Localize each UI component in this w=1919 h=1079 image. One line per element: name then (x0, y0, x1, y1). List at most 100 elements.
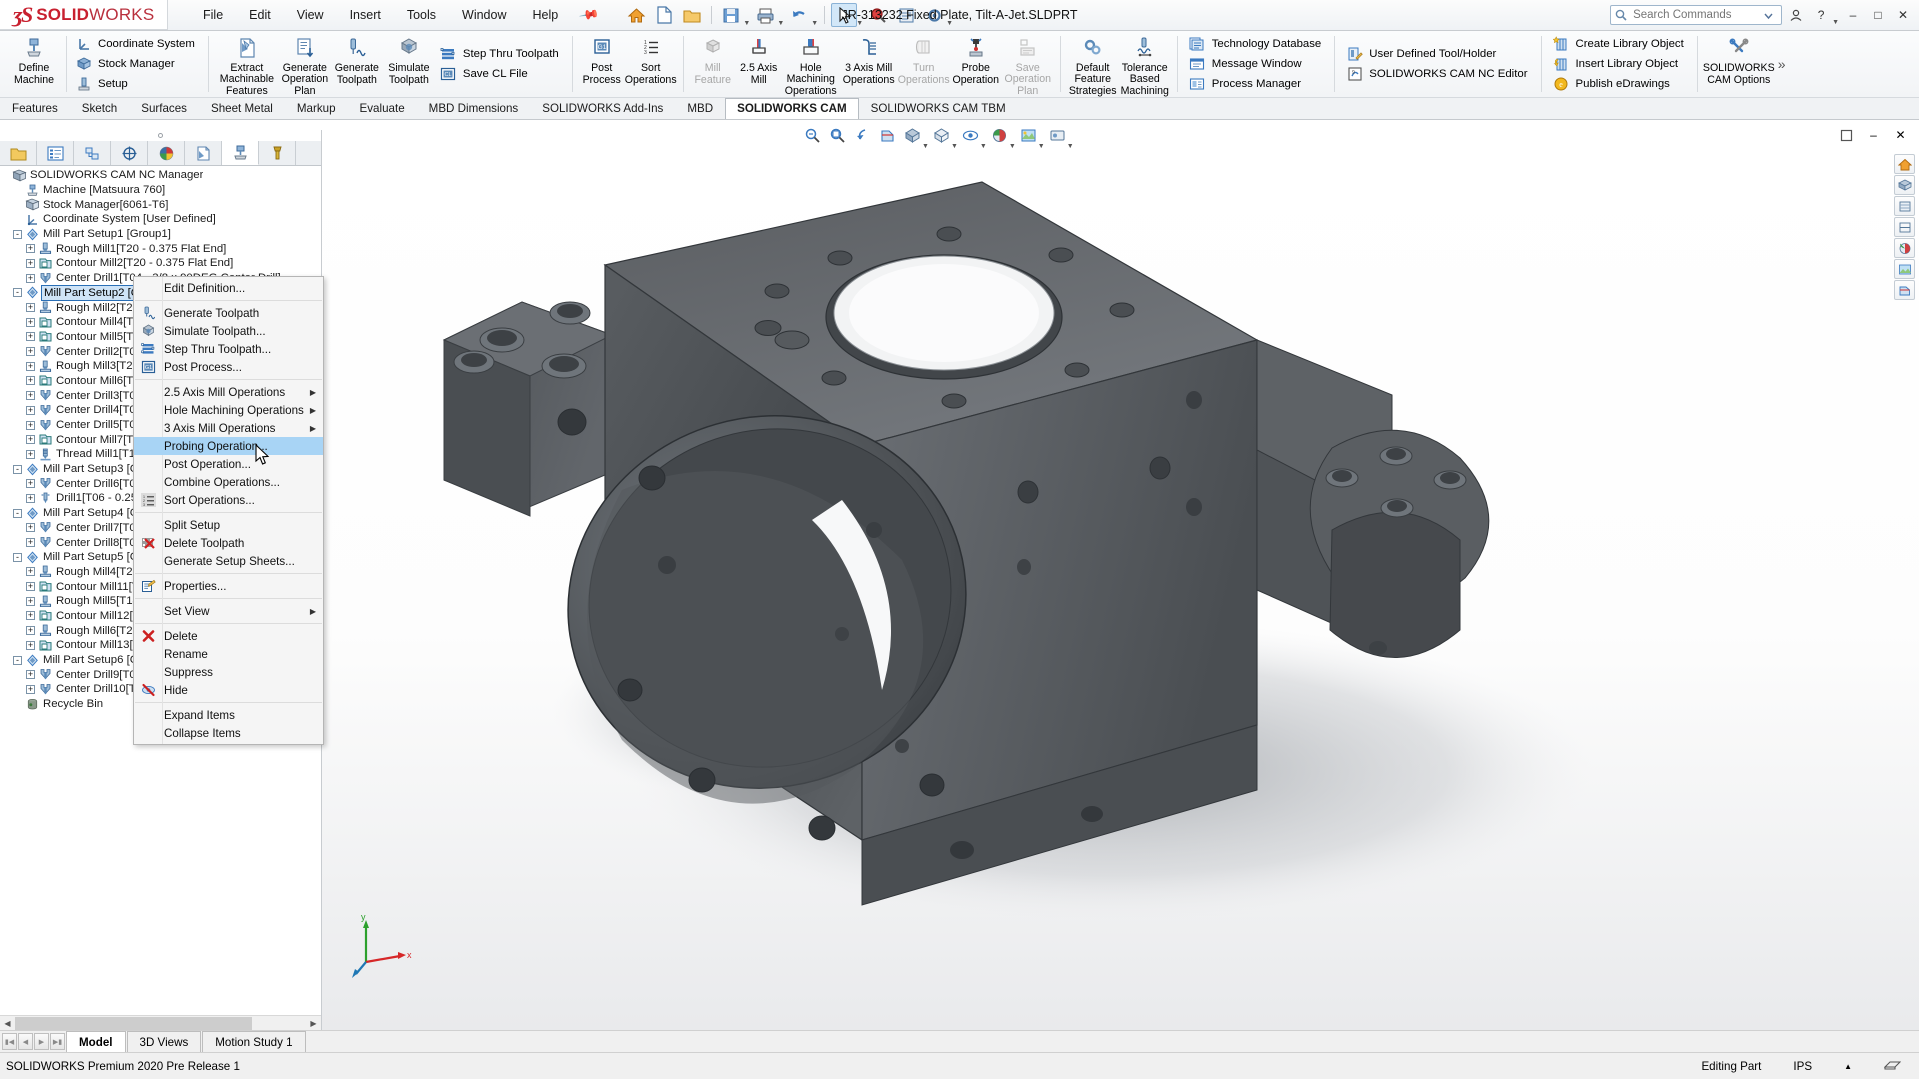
tree-expander[interactable]: + (26, 597, 35, 606)
sort-operations-button[interactable]: 123 SortOperations (625, 31, 677, 97)
tree-expander[interactable]: + (26, 582, 35, 591)
tab-solidworks-addins[interactable]: SOLIDWORKS Add-Ins (530, 98, 675, 119)
pin-icon[interactable]: 📌 (578, 4, 600, 26)
tree-expander[interactable]: + (26, 685, 35, 694)
help-icon[interactable]: ? (1810, 4, 1832, 26)
tree-expander[interactable]: + (26, 479, 35, 488)
technology-database-button[interactable]: Technology Database (1186, 34, 1327, 54)
user-account-icon[interactable] (1785, 4, 1807, 26)
display-manager-tab[interactable] (148, 141, 185, 165)
menu-item-expand-items[interactable]: Expand Items (134, 706, 323, 724)
save-icon[interactable] (718, 3, 744, 27)
section-view-icon[interactable] (875, 123, 900, 147)
tab-features[interactable]: Features (0, 98, 70, 119)
menu-item-collapse-items[interactable]: Collapse Items (134, 724, 323, 742)
cam-operation-tree-tab[interactable] (222, 141, 259, 165)
close-document-icon[interactable]: ✕ (1888, 123, 1913, 147)
menu-tools[interactable]: Tools (394, 4, 449, 26)
open-folder-icon[interactable] (679, 3, 705, 27)
tree-expander[interactable]: + (26, 244, 35, 253)
property-manager-tab[interactable] (37, 141, 74, 165)
search-box[interactable] (1610, 5, 1782, 25)
tree-expander[interactable]: + (26, 523, 35, 532)
tree-expander[interactable]: + (26, 332, 35, 341)
menu-item-2-5-axis-mill-operations[interactable]: 2.5 Axis Mill Operations▶ (134, 383, 323, 401)
appearance-right-icon[interactable] (1894, 238, 1915, 258)
tree-expander[interactable]: + (26, 347, 35, 356)
last-tab-icon[interactable]: ▶▮ (50, 1033, 65, 1050)
scroll-right-icon[interactable]: ▶ (306, 1017, 321, 1030)
menu-item-delete[interactable]: Delete (134, 627, 323, 645)
axis25-mill-button[interactable]: 2.5 AxisMill (736, 31, 782, 97)
new-document-icon[interactable] (651, 3, 677, 27)
menu-item-post-operation[interactable]: Post Operation... (134, 455, 323, 473)
insert-library-object-button[interactable]: Insert Library Object (1550, 54, 1689, 74)
tree-expander[interactable]: + (26, 435, 35, 444)
tab-surfaces[interactable]: Surfaces (129, 98, 199, 119)
section-right-icon[interactable] (1894, 280, 1915, 300)
tree-expander[interactable]: + (26, 362, 35, 371)
view-orientation-cube-icon[interactable] (1894, 196, 1915, 216)
nc-editor-button[interactable]: 9 SOLIDWORKS CAM NC Editor (1343, 64, 1532, 84)
tree-node[interactable]: Machine [Matsuura 760] (0, 183, 321, 198)
tab-solidworks-cam[interactable]: SOLIDWORKS CAM (725, 98, 859, 119)
bottom-tab-motion-study[interactable]: Motion Study 1 (202, 1031, 305, 1052)
axis3-mill-button[interactable]: 3 Axis MillOperations (840, 31, 898, 97)
maximize-button[interactable]: □ (1867, 4, 1889, 26)
rebuild-icon[interactable] (893, 3, 919, 27)
tree-expander[interactable]: + (26, 611, 35, 620)
menu-item-3-axis-mill-operations[interactable]: 3 Axis Mill Operations▶ (134, 419, 323, 437)
magnifier-red-icon[interactable] (865, 3, 891, 27)
tree-node[interactable]: +Rough Mill1[T20 - 0.375 Flat End] (0, 241, 321, 256)
graphics-area[interactable]: y x (322, 150, 1919, 1030)
previous-view-icon[interactable] (850, 123, 875, 147)
tab-solidworks-cam-tbm[interactable]: SOLIDWORKS CAM TBM (859, 98, 1018, 119)
menu-item-post-process[interactable]: G1Post Process... (134, 358, 323, 376)
menu-item-generate-setup-sheets[interactable]: Generate Setup Sheets... (134, 552, 323, 570)
scene-right-icon[interactable] (1894, 259, 1915, 279)
generate-toolpath-button[interactable]: GenerateToolpath (331, 31, 383, 97)
tree-expander[interactable]: + (26, 538, 35, 547)
default-feature-strategies-button[interactable]: DefaultFeatureStrategies (1067, 31, 1119, 97)
menu-item-set-view[interactable]: Set View▶ (134, 602, 323, 620)
menu-insert[interactable]: Insert (337, 4, 394, 26)
setup-button[interactable]: Setup (72, 74, 200, 94)
tab-sheet-metal[interactable]: Sheet Metal (199, 98, 285, 119)
menu-item-properties[interactable]: Properties... (134, 577, 323, 595)
publish-edrawings-button[interactable]: e Publish eDrawings (1550, 74, 1689, 94)
bottom-tab-model[interactable]: Model (66, 1031, 126, 1052)
tree-node[interactable]: Coordinate System [User Defined] (0, 212, 321, 227)
menu-item-hole-machining-operations[interactable]: Hole Machining Operations▶ (134, 401, 323, 419)
tree-expander[interactable]: - (13, 509, 22, 518)
cam-options-button[interactable]: SOLIDWORKSCAM Options (1704, 31, 1774, 97)
tree-node[interactable]: -Mill Part Setup1 [Group1] (0, 227, 321, 242)
process-manager-button[interactable]: Process Manager (1186, 74, 1327, 94)
tree-node[interactable]: +Contour Mill2[T20 - 0.375 Flat End] (0, 256, 321, 271)
user-defined-tool-holder-button[interactable]: User Defined Tool/Holder (1343, 44, 1532, 64)
coordinate-system-button[interactable]: Coordinate System (72, 34, 200, 54)
save-operation-plan-button[interactable]: SaveOperationPlan (1002, 31, 1054, 97)
tree-expander[interactable]: + (26, 626, 35, 635)
search-input[interactable] (1631, 8, 1759, 22)
post-process-button[interactable]: G1 PostProcess (579, 31, 625, 97)
display-style-right-icon[interactable] (1894, 217, 1915, 237)
tree-horizontal-scrollbar[interactable]: ◀ ▶ (0, 1015, 321, 1030)
menu-item-probing-operation[interactable]: Probing Operation... (134, 437, 323, 455)
close-button[interactable]: ✕ (1892, 4, 1914, 26)
solidworks-logo[interactable]: ʒS SOLIDWORKS (0, 0, 168, 30)
tree-node[interactable]: SOLIDWORKS CAM NC Manager (0, 168, 321, 183)
menu-help[interactable]: Help (520, 4, 572, 26)
zoom-to-fit-icon[interactable] (800, 123, 825, 147)
minimize-document-icon[interactable]: – (1861, 123, 1886, 147)
dimxpert-manager-tab[interactable] (111, 141, 148, 165)
menu-item-combine-operations[interactable]: Combine Operations... (134, 473, 323, 491)
tab-markup[interactable]: Markup (285, 98, 348, 119)
tree-expander[interactable]: + (26, 641, 35, 650)
tree-expander[interactable]: - (13, 553, 22, 562)
ribbon-overflow-icon[interactable]: » (1774, 31, 1790, 97)
tree-expander[interactable]: + (26, 421, 35, 430)
tab-evaluate[interactable]: Evaluate (348, 98, 417, 119)
simulate-toolpath-button[interactable]: SimulateToolpath (383, 31, 435, 97)
print-icon[interactable] (752, 3, 778, 27)
tree-expander[interactable]: - (13, 656, 22, 665)
